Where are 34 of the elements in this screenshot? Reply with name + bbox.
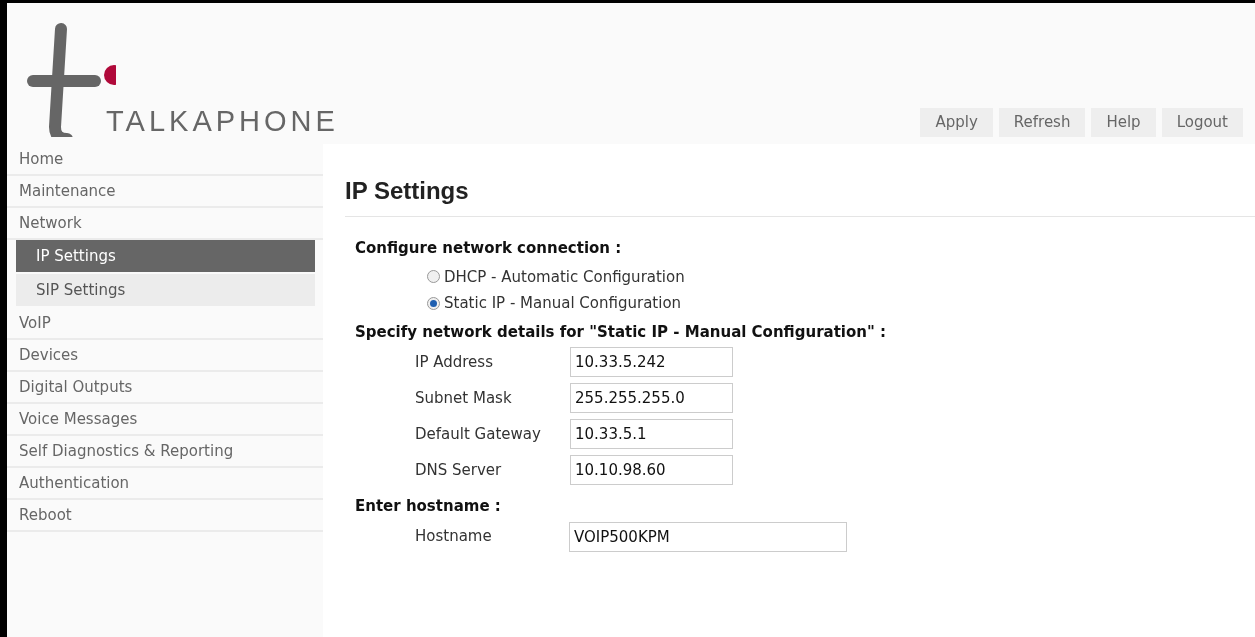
input-field[interactable]: 10.10.98.60 xyxy=(570,455,733,485)
sidebar-item[interactable]: Maintenance xyxy=(7,176,323,208)
sidebar-item[interactable]: Devices xyxy=(7,340,323,372)
radio-button[interactable] xyxy=(427,270,440,284)
input-field[interactable]: 255.255.255.0 xyxy=(570,383,733,413)
field-label: Subnet Mask xyxy=(415,387,513,409)
field-label: DNS Server xyxy=(415,459,503,481)
logo-text: TALKAPHONE xyxy=(106,103,339,139)
radio-label: Static IP - Manual Configuration xyxy=(444,293,682,314)
input-field[interactable]: VOIP500KPM xyxy=(569,521,847,552)
sidebar-item[interactable]: Voice Messages xyxy=(7,404,323,436)
toolbar-button[interactable]: Apply xyxy=(920,108,993,137)
section-heading: Specify network details for "Static IP - Manual Configuration" : xyxy=(355,321,887,343)
sidebar-item[interactable]: Home xyxy=(7,144,323,176)
toolbar-button[interactable]: Refresh xyxy=(998,108,1086,137)
field-label: Hostname xyxy=(415,526,493,548)
section-heading: Enter hostname : xyxy=(355,496,502,517)
field-label: IP Address xyxy=(415,351,494,373)
sidebar-item[interactable]: VoIP xyxy=(7,308,323,340)
page-title: IP Settings xyxy=(345,174,1255,217)
sidebar-item[interactable]: Reboot xyxy=(7,500,323,532)
radio-label: DHCP - Automatic Configuration xyxy=(444,266,685,288)
section-heading: Configure network connection : xyxy=(355,238,623,259)
field-label: Default Gateway xyxy=(415,423,542,445)
radio-button[interactable] xyxy=(427,296,440,310)
input-field[interactable]: 10.33.5.242 xyxy=(570,347,733,377)
sidebar-item[interactable]: Authentication xyxy=(7,468,323,500)
toolbar-button[interactable]: Logout xyxy=(1161,108,1243,137)
sidebar-item[interactable]: IP Settings xyxy=(16,240,315,272)
sidebar-item[interactable]: SIP Settings xyxy=(16,274,315,306)
input-field[interactable]: 10.33.5.1 xyxy=(570,419,733,449)
sidebar-item[interactable]: Digital Outputs xyxy=(7,372,323,404)
toolbar-button[interactable]: Help xyxy=(1091,108,1156,137)
sidebar-item[interactable]: Self Diagnostics & Reporting xyxy=(7,436,323,468)
